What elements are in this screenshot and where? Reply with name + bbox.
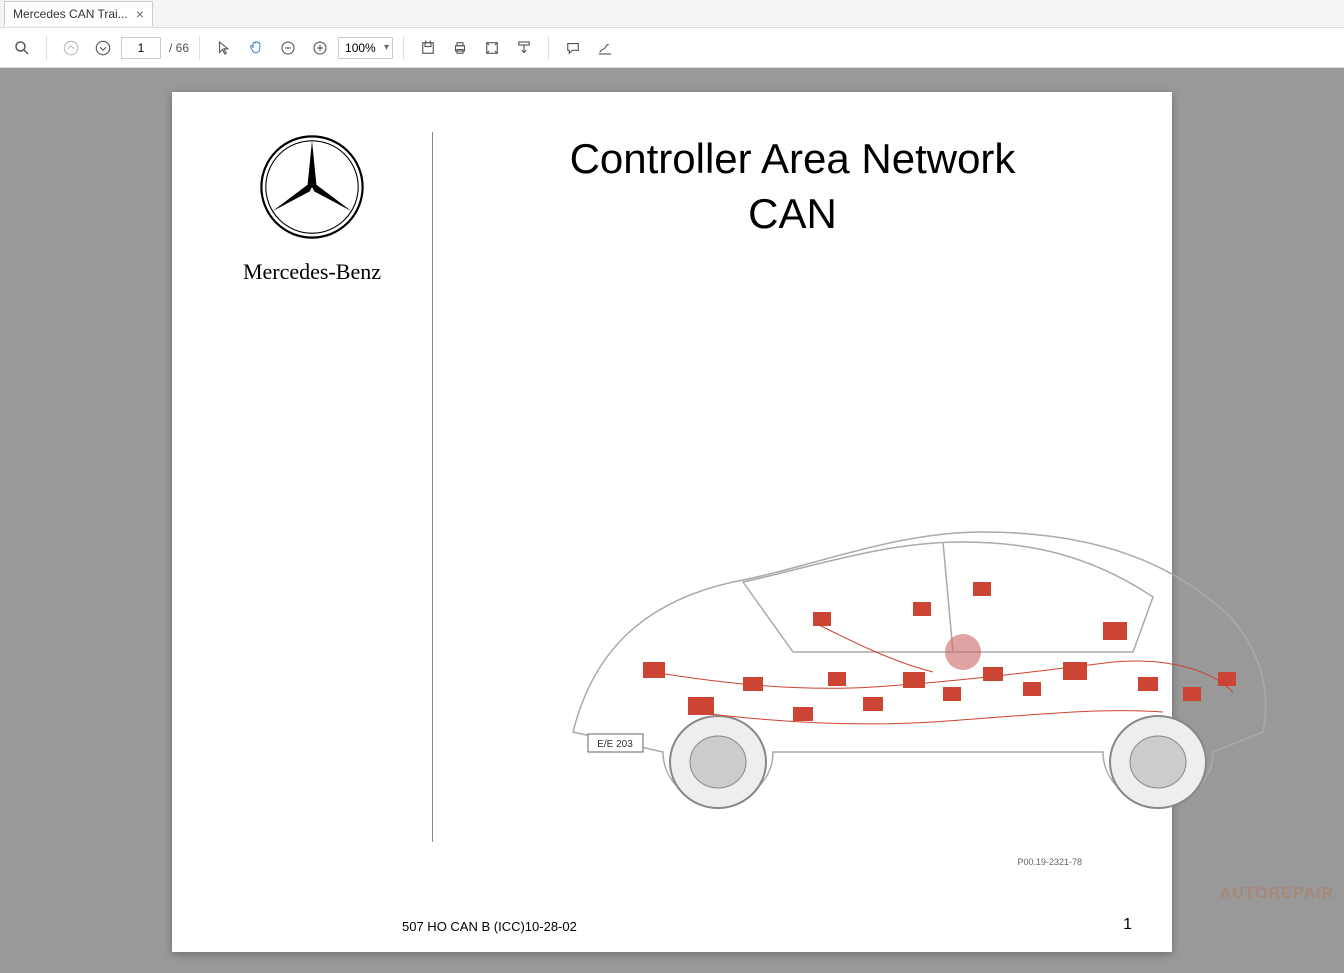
separator (403, 36, 404, 60)
comment-icon (564, 39, 582, 57)
prev-page-button[interactable] (57, 34, 85, 62)
page-number: 1 (1123, 916, 1132, 934)
tab-title: Mercedes CAN Trai... (13, 7, 128, 21)
comment-button[interactable] (559, 34, 587, 62)
search-icon (13, 39, 31, 57)
reflow-icon (515, 39, 533, 57)
toolbar: / 66 100% (0, 28, 1344, 68)
watermark-line1: AUTOREPAIR (1220, 885, 1334, 903)
hand-icon (247, 39, 265, 57)
vertical-divider (432, 132, 433, 842)
page-count: / 66 (169, 41, 189, 55)
search-button[interactable] (8, 34, 36, 62)
down-arrow-icon (94, 39, 112, 57)
car-diagram: E/E 203 (513, 472, 1293, 852)
tab-bar: Mercedes CAN Trai... × (0, 0, 1344, 28)
up-arrow-icon (62, 39, 80, 57)
sign-button[interactable] (591, 34, 619, 62)
reflow-button[interactable] (510, 34, 538, 62)
document-viewer[interactable]: Mercedes-Benz Controller Area Network CA… (0, 68, 1344, 973)
content-column: Controller Area Network CAN (453, 122, 1132, 922)
license-text: E/E 203 (597, 739, 633, 750)
select-tool-button[interactable] (210, 34, 238, 62)
pointer-icon (215, 39, 233, 57)
title-line2: CAN (748, 190, 837, 237)
footer-left: 507 HO CAN B (ICC)10-28-02 (402, 919, 577, 934)
close-tab-icon[interactable]: × (136, 6, 144, 22)
print-icon (451, 39, 469, 57)
plus-icon (311, 39, 329, 57)
zoom-select-wrap: 100% (338, 37, 393, 59)
pen-icon (596, 39, 614, 57)
image-code: P00.19-2321-78 (1017, 857, 1082, 867)
save-icon (419, 39, 437, 57)
zoom-select[interactable]: 100% (338, 37, 393, 59)
separator (548, 36, 549, 60)
watermark-line2: MANUALS.ws (1235, 905, 1334, 921)
brand-name: Mercedes-Benz (212, 259, 412, 285)
fit-icon (483, 39, 501, 57)
separator (46, 36, 47, 60)
save-button[interactable] (414, 34, 442, 62)
page-input[interactable] (121, 37, 161, 59)
document-tab[interactable]: Mercedes CAN Trai... × (4, 1, 153, 26)
print-button[interactable] (446, 34, 474, 62)
document-title: Controller Area Network CAN (473, 132, 1112, 241)
hand-tool-button[interactable] (242, 34, 270, 62)
fit-page-button[interactable] (478, 34, 506, 62)
title-line1: Controller Area Network (570, 135, 1016, 182)
brand-column: Mercedes-Benz (212, 122, 412, 922)
minus-icon (279, 39, 297, 57)
mercedes-logo-icon (257, 132, 367, 242)
zoom-in-button[interactable] (306, 34, 334, 62)
zoom-out-button[interactable] (274, 34, 302, 62)
separator (199, 36, 200, 60)
next-page-button[interactable] (89, 34, 117, 62)
pdf-page: Mercedes-Benz Controller Area Network CA… (172, 92, 1172, 952)
